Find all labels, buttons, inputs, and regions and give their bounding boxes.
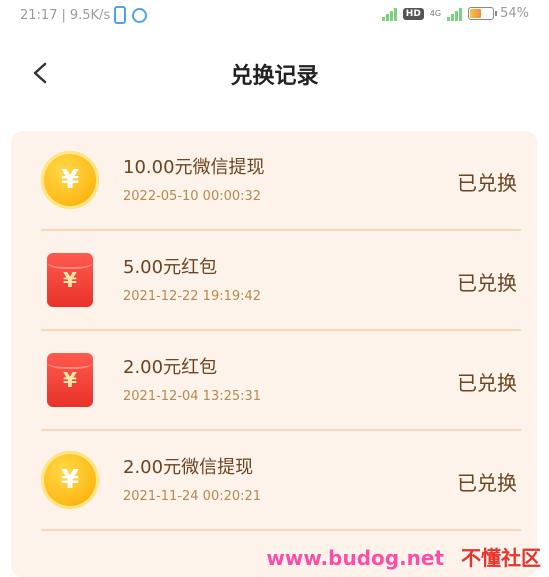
watermark-name: 不懂社区	[461, 546, 541, 570]
record-time: 2021-12-04 13:25:31	[123, 389, 262, 404]
record-name: 10.00元微信提现	[123, 157, 265, 178]
record-name: 2.00元微信提现	[123, 457, 254, 478]
record-time: 2021-11-24 00:20:21	[123, 489, 262, 504]
battery-fill	[470, 9, 482, 18]
phone-icon	[114, 6, 127, 24]
watermark: www.budog.net 不懂社区	[266, 542, 541, 571]
red-packet-icon: ¥	[47, 353, 93, 407]
coin-icon: ¥	[41, 151, 99, 209]
record-item[interactable]: ¥ 2.00元微信提现 2021-11-24 00:20:21 已兑换	[41, 431, 521, 531]
battery-percent: 54%	[500, 6, 529, 21]
record-status: 已兑换	[457, 171, 517, 195]
watermark-url: www.budog.net	[266, 546, 445, 570]
status-time: 21:17	[20, 7, 58, 23]
record-time: 2022-05-10 00:00:32	[123, 189, 262, 204]
nav-bar: 兑换记录	[0, 48, 549, 98]
record-name: 5.00元红包	[123, 257, 218, 278]
cell-signal-icon	[447, 7, 463, 21]
network-speed: 9.5K/s	[69, 7, 111, 23]
network-type: 4G	[429, 9, 442, 18]
record-time: 2021-12-22 19:19:42	[123, 289, 262, 304]
record-status: 已兑换	[457, 271, 517, 295]
records-card: ¥ 10.00元微信提现 2022-05-10 00:00:32 已兑换 ¥ 5…	[11, 131, 537, 577]
record-status: 已兑换	[457, 471, 517, 495]
alarm-icon	[132, 7, 148, 23]
wifi-signal-icon	[381, 7, 397, 21]
record-name: 2.00元红包	[123, 357, 218, 378]
status-bar: 21:17 | 9.5K/s HD 4G 54%	[0, 0, 549, 34]
record-status: 已兑换	[457, 371, 517, 395]
record-item[interactable]: ¥ 2.00元红包 2021-12-04 13:25:31 已兑换	[41, 331, 521, 431]
record-item[interactable]: ¥ 10.00元微信提现 2022-05-10 00:00:32 已兑换	[41, 131, 521, 231]
red-packet-icon: ¥	[47, 253, 93, 307]
status-left: 21:17 | 9.5K/s	[20, 6, 148, 24]
record-item[interactable]: ¥ 5.00元红包 2021-12-22 19:19:42 已兑换	[41, 231, 521, 331]
hd-badge: HD	[402, 7, 424, 20]
status-right: HD 4G 54%	[381, 6, 529, 21]
coin-icon: ¥	[41, 451, 99, 509]
status-divider: |	[61, 7, 66, 23]
battery-icon	[468, 7, 498, 20]
page-title: 兑换记录	[230, 64, 319, 89]
